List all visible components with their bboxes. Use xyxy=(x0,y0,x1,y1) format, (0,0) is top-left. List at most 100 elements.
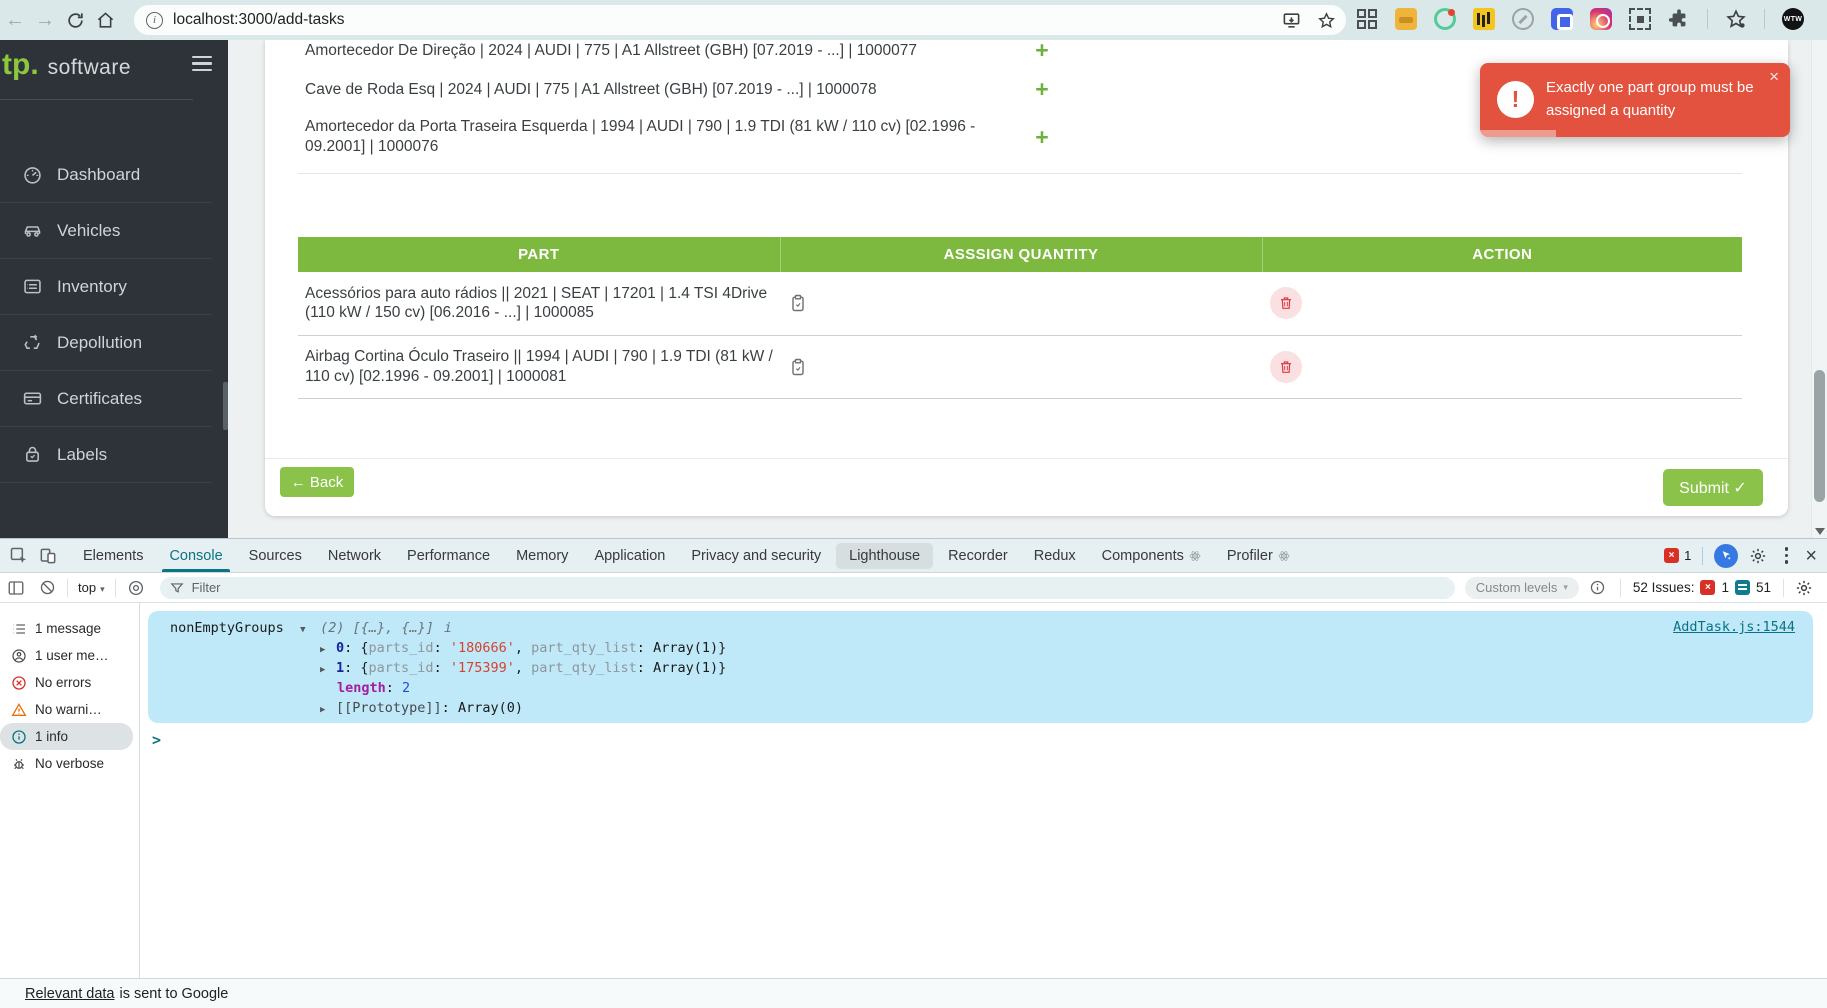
console-sidebar-toggle-icon[interactable] xyxy=(7,579,25,597)
toast-close-icon[interactable]: × xyxy=(1769,67,1779,87)
caret-down-icon: ▾ xyxy=(1563,582,1568,593)
browser-menu-icon[interactable] xyxy=(1821,11,1827,27)
extension-camera-icon[interactable] xyxy=(1590,8,1612,30)
ai-assistance-icon[interactable] xyxy=(1714,544,1738,568)
forward-icon[interactable]: → xyxy=(30,9,60,32)
home-icon[interactable] xyxy=(90,11,120,30)
warning-triangle-icon xyxy=(10,701,27,718)
devtools-menu-icon[interactable] xyxy=(1778,547,1794,563)
filter-all-messages[interactable]: 1 message xyxy=(0,615,133,642)
extension-qr-icon[interactable] xyxy=(1356,8,1378,30)
sidebar-item-depollution[interactable]: Depollution xyxy=(0,315,212,371)
filter-warnings[interactable]: No warni… xyxy=(0,696,133,723)
scrollbar-thumb[interactable] xyxy=(1814,370,1825,502)
collapse-arrow-icon[interactable]: ▶ xyxy=(320,660,336,680)
sidebar-item-dashboard[interactable]: Dashboard xyxy=(0,147,212,203)
info-log-message[interactable]: nonEmptyGroups ▼(2) [{…}, {…}]i ▶0: {par… xyxy=(148,611,1813,723)
back-icon[interactable]: ← xyxy=(0,9,30,32)
bookmark-star-icon[interactable] xyxy=(1317,11,1336,30)
sidebar-label: Dashboard xyxy=(57,165,140,185)
devtools-close-icon[interactable]: × xyxy=(1805,547,1817,565)
info-icon[interactable] xyxy=(1589,579,1606,596)
sidebar-scrollbar-thumb[interactable] xyxy=(223,382,228,430)
scrollbar-down-arrow[interactable] xyxy=(1815,528,1825,535)
add-part-button[interactable]: + xyxy=(1027,126,1057,148)
clear-console-icon[interactable] xyxy=(39,579,56,596)
tab-memory[interactable]: Memory xyxy=(503,539,581,572)
delete-part-button[interactable] xyxy=(1270,287,1302,319)
bug-icon xyxy=(10,755,27,772)
tab-lighthouse[interactable]: Lighthouse xyxy=(836,543,933,569)
tab-performance[interactable]: Performance xyxy=(394,539,503,572)
relevant-data-link[interactable]: Relevant data xyxy=(25,986,114,1002)
console-settings-icon[interactable] xyxy=(1795,579,1813,597)
live-expression-eye-icon[interactable] xyxy=(127,579,145,597)
array-value: Array(1) xyxy=(653,640,718,656)
profile-avatar[interactable]: WTW xyxy=(1782,8,1804,30)
inspect-element-icon[interactable] xyxy=(9,546,29,566)
sidebar-item-vehicles[interactable]: Vehicles xyxy=(0,203,212,259)
sidebar-item-inventory[interactable]: Inventory xyxy=(0,259,212,315)
install-app-icon[interactable] xyxy=(1282,11,1301,30)
star-badge-icon[interactable] xyxy=(1725,8,1747,30)
extension-ring-icon[interactable] xyxy=(1434,8,1456,30)
assign-quantity-icon[interactable] xyxy=(788,293,1262,313)
tab-network[interactable]: Network xyxy=(315,539,394,572)
filter-user-messages[interactable]: 1 user me… xyxy=(0,642,133,669)
address-bar[interactable]: i localhost:3000/add-tasks xyxy=(134,5,1346,35)
url-text[interactable]: localhost:3000/add-tasks xyxy=(173,11,344,29)
tab-privacy-security[interactable]: Privacy and security xyxy=(678,539,834,572)
filter-input[interactable] xyxy=(192,580,492,595)
reload-icon[interactable] xyxy=(60,11,90,30)
filter-info[interactable]: 1 info xyxy=(0,723,133,750)
console-content: 1 message 1 user me… No errors No warni…… xyxy=(0,603,1827,979)
array-preview: (2) [{…}, {…}] xyxy=(320,620,434,636)
extension-folder-icon[interactable] xyxy=(1395,8,1417,30)
prototype-key: [[Prototype]] xyxy=(336,700,442,716)
delete-part-button[interactable] xyxy=(1270,351,1302,383)
add-part-button[interactable]: + xyxy=(1027,78,1057,100)
filter-verbose[interactable]: No verbose xyxy=(0,750,133,777)
context-selector[interactable]: top▾ xyxy=(78,580,105,595)
collapse-arrow-icon[interactable]: ▶ xyxy=(320,700,336,720)
submit-button[interactable]: Submit ✓ xyxy=(1663,469,1763,506)
console-error-indicator[interactable]: ×1 xyxy=(1664,548,1691,563)
add-part-button[interactable]: + xyxy=(1027,40,1057,61)
expand-arrow-icon[interactable]: ▼ xyxy=(300,620,316,640)
tab-application[interactable]: Application xyxy=(581,539,678,572)
page-scrollbar[interactable] xyxy=(1811,40,1827,538)
assign-quantity-icon[interactable] xyxy=(788,357,1262,377)
console-filter[interactable] xyxy=(160,577,1455,599)
tab-elements[interactable]: Elements xyxy=(70,539,156,572)
site-info-icon[interactable]: i xyxy=(146,12,163,29)
back-button[interactable]: ← Back xyxy=(280,467,354,497)
source-location-link[interactable]: AddTask.js:1544 xyxy=(1673,619,1795,635)
sidebar-item-certificates[interactable]: Certificates xyxy=(0,371,212,427)
console-prompt-chevron[interactable]: > xyxy=(152,731,1827,749)
filter-errors[interactable]: No errors xyxy=(0,669,133,696)
caret-down-icon: ▾ xyxy=(100,584,105,594)
tab-profiler[interactable]: Profiler xyxy=(1214,539,1303,572)
extension-chart-icon[interactable] xyxy=(1473,8,1495,30)
extension-pencil-icon[interactable] xyxy=(1512,8,1534,30)
tab-redux[interactable]: Redux xyxy=(1021,539,1089,572)
sidebar-hamburger-icon[interactable] xyxy=(192,56,212,71)
sidebar-filter-label: 1 info xyxy=(35,729,68,744)
log-levels-dropdown[interactable]: Custom levels▾ xyxy=(1465,577,1579,599)
extensions-puzzle-icon[interactable] xyxy=(1668,8,1690,30)
extension-blue-icon[interactable] xyxy=(1551,8,1573,30)
tab-recorder[interactable]: Recorder xyxy=(935,539,1021,572)
tab-sources[interactable]: Sources xyxy=(236,539,315,572)
collapse-arrow-icon[interactable]: ▶ xyxy=(320,640,336,660)
console-messages: nonEmptyGroups ▼(2) [{…}, {…}]i ▶0: {par… xyxy=(140,603,1827,979)
issues-summary[interactable]: 52 Issues: × 1 51 xyxy=(1633,580,1771,595)
issues-count: 51 xyxy=(1756,580,1771,595)
extension-screenshot-icon[interactable] xyxy=(1629,8,1651,30)
device-toolbar-icon[interactable] xyxy=(38,546,58,566)
devtools-settings-icon[interactable] xyxy=(1749,547,1767,565)
tab-console[interactable]: Console xyxy=(156,539,235,572)
sidebar-item-labels[interactable]: Labels xyxy=(0,427,212,483)
submit-label: Submit xyxy=(1679,480,1729,497)
sidebar-label: Inventory xyxy=(57,277,127,297)
tab-components[interactable]: Components xyxy=(1089,539,1214,572)
